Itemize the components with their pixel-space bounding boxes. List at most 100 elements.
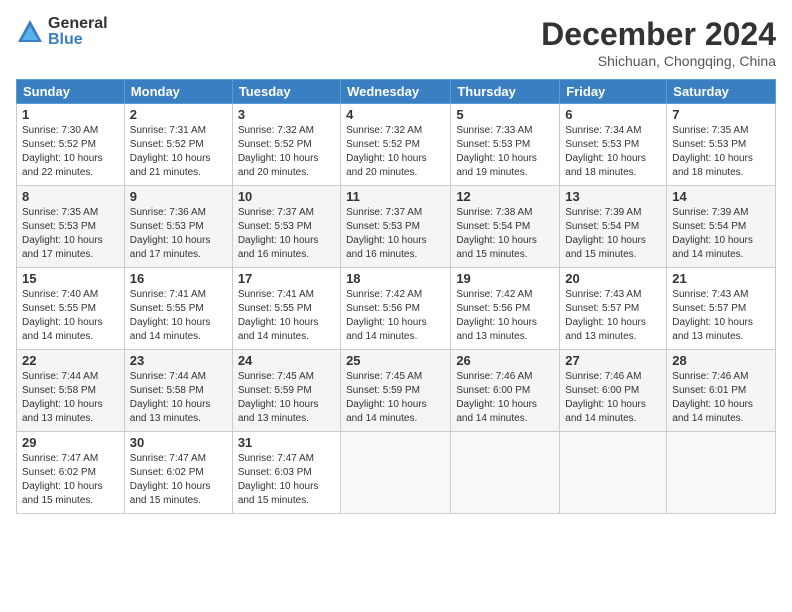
day-info: Sunrise: 7:38 AM Sunset: 5:54 PM Dayligh… — [456, 206, 554, 262]
calendar-cell: 30 Sunrise: 7:47 AM Sunset: 6:02 PM Dayli… — [124, 432, 232, 514]
logo: General Blue — [16, 16, 108, 48]
calendar-cell: 23 Sunrise: 7:44 AM Sunset: 5:58 PM Dayli… — [124, 350, 232, 432]
calendar-cell: 12 Sunrise: 7:38 AM Sunset: 5:54 PM Dayli… — [451, 186, 560, 268]
day-info: Sunrise: 7:47 AM Sunset: 6:03 PM Dayligh… — [238, 452, 335, 508]
day-number: 7 — [672, 107, 770, 122]
calendar-body: 1Sunrise: 7:30 AM Sunset: 5:52 PM Daylig… — [17, 104, 776, 514]
calendar-cell: 18 Sunrise: 7:42 AM Sunset: 5:56 PM Dayli… — [341, 268, 451, 350]
calendar-cell — [341, 432, 451, 514]
day-number: 17 — [238, 271, 335, 286]
header-row: SundayMondayTuesdayWednesdayThursdayFrid… — [17, 80, 776, 104]
day-number: 13 — [565, 189, 661, 204]
calendar-cell — [560, 432, 667, 514]
day-number: 4 — [346, 107, 445, 122]
day-number: 8 — [22, 189, 119, 204]
day-info: Sunrise: 7:40 AM Sunset: 5:55 PM Dayligh… — [22, 288, 119, 344]
calendar-cell: 15 Sunrise: 7:40 AM Sunset: 5:55 PM Dayli… — [17, 268, 125, 350]
day-number: 5 — [456, 107, 554, 122]
day-info: Sunrise: 7:37 AM Sunset: 5:53 PM Dayligh… — [346, 206, 445, 262]
day-info: Sunrise: 7:37 AM Sunset: 5:53 PM Dayligh… — [238, 206, 335, 262]
day-number: 11 — [346, 189, 445, 204]
calendar-cell: 17 Sunrise: 7:41 AM Sunset: 5:55 PM Dayli… — [232, 268, 340, 350]
day-number: 14 — [672, 189, 770, 204]
calendar-cell: 8 Sunrise: 7:35 AM Sunset: 5:53 PM Daylig… — [17, 186, 125, 268]
week-row: 15 Sunrise: 7:40 AM Sunset: 5:55 PM Dayli… — [17, 268, 776, 350]
day-number: 1 — [22, 107, 119, 122]
day-number: 26 — [456, 353, 554, 368]
calendar-cell: 9 Sunrise: 7:36 AM Sunset: 5:53 PM Daylig… — [124, 186, 232, 268]
day-number: 16 — [130, 271, 227, 286]
calendar-cell: 21Sunrise: 7:43 AM Sunset: 5:57 PM Dayli… — [667, 268, 776, 350]
header-friday: Friday — [560, 80, 667, 104]
day-info: Sunrise: 7:36 AM Sunset: 5:53 PM Dayligh… — [130, 206, 227, 262]
header-sunday: Sunday — [17, 80, 125, 104]
day-info: Sunrise: 7:41 AM Sunset: 5:55 PM Dayligh… — [238, 288, 335, 344]
calendar-cell: 4 Sunrise: 7:32 AM Sunset: 5:52 PM Daylig… — [341, 104, 451, 186]
day-info: Sunrise: 7:45 AM Sunset: 5:59 PM Dayligh… — [346, 370, 445, 426]
header-monday: Monday — [124, 80, 232, 104]
day-info: Sunrise: 7:44 AM Sunset: 5:58 PM Dayligh… — [22, 370, 119, 426]
day-number: 20 — [565, 271, 661, 286]
day-number: 25 — [346, 353, 445, 368]
header: General Blue December 2024 Shichuan, Cho… — [16, 16, 776, 69]
day-number: 12 — [456, 189, 554, 204]
header-tuesday: Tuesday — [232, 80, 340, 104]
day-number: 19 — [456, 271, 554, 286]
calendar-cell: 13Sunrise: 7:39 AM Sunset: 5:54 PM Dayli… — [560, 186, 667, 268]
day-number: 31 — [238, 435, 335, 450]
day-info: Sunrise: 7:44 AM Sunset: 5:58 PM Dayligh… — [130, 370, 227, 426]
day-number: 18 — [346, 271, 445, 286]
day-info: Sunrise: 7:31 AM Sunset: 5:52 PM Dayligh… — [130, 124, 227, 180]
day-info: Sunrise: 7:32 AM Sunset: 5:52 PM Dayligh… — [346, 124, 445, 180]
calendar-cell: 20Sunrise: 7:43 AM Sunset: 5:57 PM Dayli… — [560, 268, 667, 350]
day-number: 24 — [238, 353, 335, 368]
week-row: 29 Sunrise: 7:47 AM Sunset: 6:02 PM Dayli… — [17, 432, 776, 514]
header-saturday: Saturday — [667, 80, 776, 104]
day-info: Sunrise: 7:33 AM Sunset: 5:53 PM Dayligh… — [456, 124, 554, 180]
logo-blue: Blue — [48, 32, 108, 48]
day-number: 2 — [130, 107, 227, 122]
calendar-cell: 24Sunrise: 7:45 AM Sunset: 5:59 PM Dayli… — [232, 350, 340, 432]
header-thursday: Thursday — [451, 80, 560, 104]
day-info: Sunrise: 7:47 AM Sunset: 6:02 PM Dayligh… — [22, 452, 119, 508]
day-number: 30 — [130, 435, 227, 450]
day-number: 28 — [672, 353, 770, 368]
day-number: 10 — [238, 189, 335, 204]
calendar-cell: 2 Sunrise: 7:31 AM Sunset: 5:52 PM Daylig… — [124, 104, 232, 186]
day-number: 15 — [22, 271, 119, 286]
header-wednesday: Wednesday — [341, 80, 451, 104]
calendar-cell: 27 Sunrise: 7:46 AM Sunset: 6:00 PM Dayli… — [560, 350, 667, 432]
calendar-header: SundayMondayTuesdayWednesdayThursdayFrid… — [17, 80, 776, 104]
day-number: 9 — [130, 189, 227, 204]
day-info: Sunrise: 7:42 AM Sunset: 5:56 PM Dayligh… — [346, 288, 445, 344]
subtitle: Shichuan, Chongqing, China — [541, 53, 776, 69]
day-info: Sunrise: 7:42 AM Sunset: 5:56 PM Dayligh… — [456, 288, 554, 344]
calendar-cell: 28 Sunrise: 7:46 AM Sunset: 6:01 PM Dayli… — [667, 350, 776, 432]
day-info: Sunrise: 7:47 AM Sunset: 6:02 PM Dayligh… — [130, 452, 227, 508]
day-info: Sunrise: 7:34 AM Sunset: 5:53 PM Dayligh… — [565, 124, 661, 180]
calendar-cell: 3Sunrise: 7:32 AM Sunset: 5:52 PM Daylig… — [232, 104, 340, 186]
calendar-cell: 25 Sunrise: 7:45 AM Sunset: 5:59 PM Dayli… — [341, 350, 451, 432]
logo-general: General — [48, 16, 108, 32]
calendar-cell — [667, 432, 776, 514]
calendar-cell: 1Sunrise: 7:30 AM Sunset: 5:52 PM Daylig… — [17, 104, 125, 186]
day-info: Sunrise: 7:35 AM Sunset: 5:53 PM Dayligh… — [22, 206, 119, 262]
day-number: 23 — [130, 353, 227, 368]
day-number: 22 — [22, 353, 119, 368]
calendar: SundayMondayTuesdayWednesdayThursdayFrid… — [16, 79, 776, 514]
day-number: 29 — [22, 435, 119, 450]
day-info: Sunrise: 7:46 AM Sunset: 6:00 PM Dayligh… — [456, 370, 554, 426]
day-info: Sunrise: 7:46 AM Sunset: 6:00 PM Dayligh… — [565, 370, 661, 426]
day-info: Sunrise: 7:35 AM Sunset: 5:53 PM Dayligh… — [672, 124, 770, 180]
day-number: 27 — [565, 353, 661, 368]
day-info: Sunrise: 7:46 AM Sunset: 6:01 PM Dayligh… — [672, 370, 770, 426]
calendar-cell: 10 Sunrise: 7:37 AM Sunset: 5:53 PM Dayli… — [232, 186, 340, 268]
day-number: 6 — [565, 107, 661, 122]
calendar-cell — [451, 432, 560, 514]
calendar-cell: 26 Sunrise: 7:46 AM Sunset: 6:00 PM Dayli… — [451, 350, 560, 432]
week-row: 1Sunrise: 7:30 AM Sunset: 5:52 PM Daylig… — [17, 104, 776, 186]
calendar-cell: 19 Sunrise: 7:42 AM Sunset: 5:56 PM Dayli… — [451, 268, 560, 350]
day-number: 3 — [238, 107, 335, 122]
day-info: Sunrise: 7:43 AM Sunset: 5:57 PM Dayligh… — [672, 288, 770, 344]
logo-icon — [16, 18, 44, 46]
